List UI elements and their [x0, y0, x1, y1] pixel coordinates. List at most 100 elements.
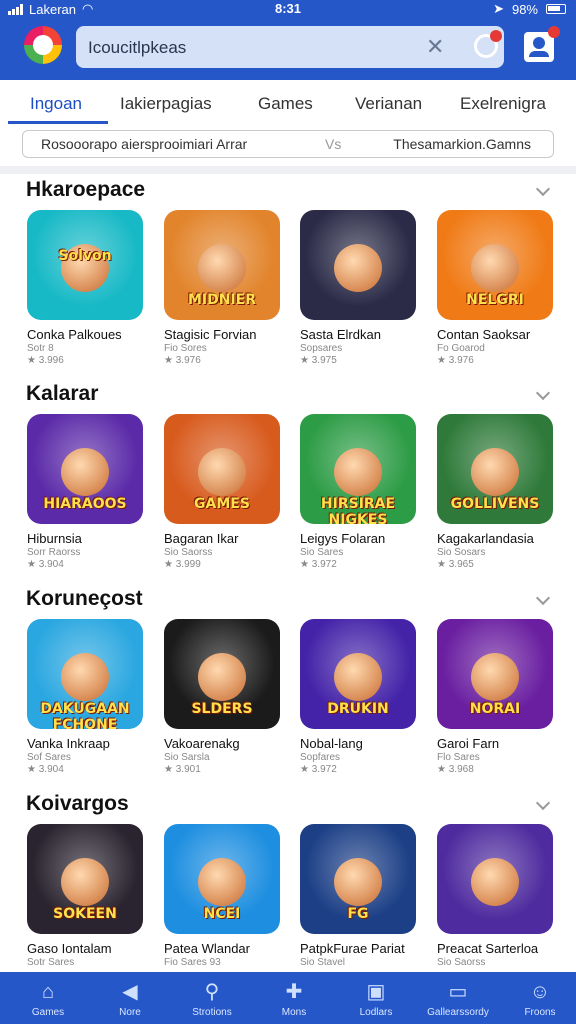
mascot-icon [471, 858, 519, 906]
nav-label: Games [31, 1007, 65, 1018]
search-input[interactable]: Icoucitlpkeas [88, 38, 186, 58]
app-subtitle: Flo Sares [437, 752, 480, 763]
tab-0[interactable]: Ingoan [30, 94, 82, 114]
mascot-icon [334, 448, 382, 496]
app-icon[interactable]: MIDNIER [164, 210, 280, 320]
nav-label: Nore [119, 1007, 141, 1018]
nav-item-2[interactable]: ⚲ Strotions [171, 972, 253, 1024]
icon-title: NORAI [469, 701, 521, 717]
section-0: Hkaroepace Solvon Conka Palkoues Sotr 8 ★ 3.… [0, 178, 576, 368]
app-card[interactable]: MIDNIER Stagisic Forvian Fio Sores ★ 3.976 [164, 210, 280, 366]
tab-1[interactable]: Iakierpagias [120, 94, 212, 114]
app-card[interactable]: NCEI Patea Wlandar Fio Sares 93 [164, 824, 280, 968]
app-card[interactable]: FG PatpkFurae Pariat Sio Stavel [300, 824, 416, 968]
mascot-icon [471, 653, 519, 701]
app-subtitle: Sio Sosars [437, 547, 486, 558]
app-card[interactable]: SLDERS Vakoarenakg Sio Sarsla ★ 3.901 [164, 619, 280, 775]
chevron-down-icon[interactable] [535, 181, 551, 197]
app-name: Conka Palkoues [27, 327, 122, 342]
nav-item-6[interactable]: ☺ Froons [499, 972, 576, 1024]
tab-2[interactable]: Games [258, 94, 313, 114]
app-subtitle: Sotr Sares [27, 957, 75, 968]
account-icon[interactable] [524, 26, 560, 62]
mascot-icon [61, 858, 109, 906]
app-icon[interactable] [300, 210, 416, 320]
app-icon[interactable]: GOLLIVENS [437, 414, 553, 524]
nav-label: Lodlars [359, 1007, 393, 1018]
app-icon[interactable]: NCEI [164, 824, 280, 934]
chevron-down-icon[interactable] [535, 385, 551, 401]
app-icon[interactable] [437, 824, 553, 934]
app-name: Nobal-lang [300, 736, 363, 751]
filter-vs: Vs [325, 136, 342, 152]
app-logo-icon[interactable] [24, 26, 62, 64]
app-icon[interactable]: HIARAOOS [27, 414, 143, 524]
app-name: Garoi Farn [437, 736, 500, 751]
chevron-down-icon[interactable] [535, 795, 551, 811]
app-name: Gaso Iontalam [27, 941, 112, 956]
icon-title: NELGRI [466, 292, 524, 308]
app-icon[interactable]: SLDERS [164, 619, 280, 729]
app-subtitle: Sopsares [300, 343, 343, 354]
section-title: Hkaroepace [26, 178, 146, 201]
status-bar: Lakeran ◠ 8:31 ➤ 98% [0, 0, 576, 18]
app-card[interactable]: GOLLIVENS Kagakarlandasia Sio Sosars ★ 3.96… [437, 414, 553, 570]
app-icon[interactable]: DRUKIN [300, 619, 416, 729]
app-card[interactable]: DAKUGAAN FCHONE Vanka Inkraap Sof Sares ★ 3… [27, 619, 143, 775]
divider [0, 166, 576, 174]
app-name: Patea Wlandar [164, 941, 250, 956]
app-rating: ★ 3.972 [300, 764, 337, 775]
section-title: Koruneçost [26, 587, 143, 610]
nav-item-3[interactable]: ✚ Mons [253, 972, 335, 1024]
search-bar[interactable]: Icoucitlpkeas ✕ [76, 26, 504, 68]
app-icon[interactable]: Solvon [27, 210, 143, 320]
nav-item-4[interactable]: ▣ Lodlars [335, 972, 417, 1024]
nav-item-0[interactable]: ⌂ Games [7, 972, 89, 1024]
filter-secondary[interactable]: Thesamarkion.Gamns [393, 136, 531, 152]
app-card[interactable]: Preacat Sarterloa Sio Saorss [437, 824, 553, 968]
nav-label: Mons [281, 1007, 307, 1018]
app-icon[interactable]: SOKEEN [27, 824, 143, 934]
notification-icon[interactable] [474, 30, 502, 58]
app-icon[interactable]: HIRSIRAE NIGKES [300, 414, 416, 524]
nav-label: Gallearssordy [427, 1007, 489, 1018]
nav-item-5[interactable]: ▭ Gallearssordy [417, 972, 499, 1024]
tab-4[interactable]: Exelrenigra [460, 94, 546, 114]
clear-search-icon[interactable]: ✕ [426, 34, 444, 60]
app-card[interactable]: HIRSIRAE NIGKES Leigys Folaran Sio Sares ★ … [300, 414, 416, 570]
app-card[interactable]: SOKEEN Gaso Iontalam Sotr Sares [27, 824, 143, 968]
app-name: Sasta Elrdkan [300, 327, 381, 342]
battery-percent: 98% [511, 1, 538, 17]
mascot-icon [198, 244, 246, 292]
app-card[interactable]: DRUKIN Nobal-lang Sopfares ★ 3.972 [300, 619, 416, 775]
app-card[interactable]: NELGRI Contan Saoksar Fo Goarod ★ 3.976 [437, 210, 553, 366]
app-name: PatpkFurae Pariat [300, 941, 405, 956]
filter-primary[interactable]: Rosooorapo aiersprooimiari Arrar [41, 136, 247, 152]
app-subtitle: Sio Saorss [437, 957, 486, 968]
app-card[interactable]: Solvon Conka Palkoues Sotr 8 ★ 3.996 [27, 210, 143, 366]
app-rating: ★ 3.999 [164, 559, 201, 570]
app-icon[interactable]: FG [300, 824, 416, 934]
app-card[interactable]: NORAI Garoi Farn Flo Sares ★ 3.968 [437, 619, 553, 775]
app-icon[interactable]: GAMES [164, 414, 280, 524]
app-icon[interactable]: NELGRI [437, 210, 553, 320]
app-card[interactable]: HIARAOOS Hiburnsia Sorr Raorss ★ 3.904 [27, 414, 143, 570]
icon-title: GOLLIVENS [450, 496, 540, 512]
app-rating: ★ 3.904 [27, 559, 64, 570]
app-card[interactable]: Sasta Elrdkan Sopsares ★ 3.975 [300, 210, 416, 366]
app-header: Lakeran ◠ 8:31 ➤ 98% Icoucitlpkeas ✕ [0, 0, 576, 80]
app-card[interactable]: GAMES Bagaran Ikar Sio Saorss ★ 3.999 [164, 414, 280, 570]
nav-item-1[interactable]: ◀ Nore [89, 972, 171, 1024]
app-icon[interactable]: DAKUGAAN FCHONE [27, 619, 143, 729]
tab-3[interactable]: Verianan [355, 94, 422, 114]
account-badge [548, 26, 560, 38]
home-icon: ⌂ [41, 981, 55, 1003]
app-rating: ★ 3.996 [27, 355, 64, 366]
filter-bar[interactable]: Rosooorapo aiersprooimiari Arrar Vs Thes… [22, 130, 554, 158]
chevron-down-icon[interactable] [535, 590, 551, 606]
back-icon: ◀ [122, 981, 138, 1003]
category-tabs: Ingoan Iakierpagias Games Verianan Exelr… [0, 80, 576, 126]
app-icon[interactable]: NORAI [437, 619, 553, 729]
mascot-icon [198, 858, 246, 906]
icon-title: DRUKIN [327, 701, 389, 717]
